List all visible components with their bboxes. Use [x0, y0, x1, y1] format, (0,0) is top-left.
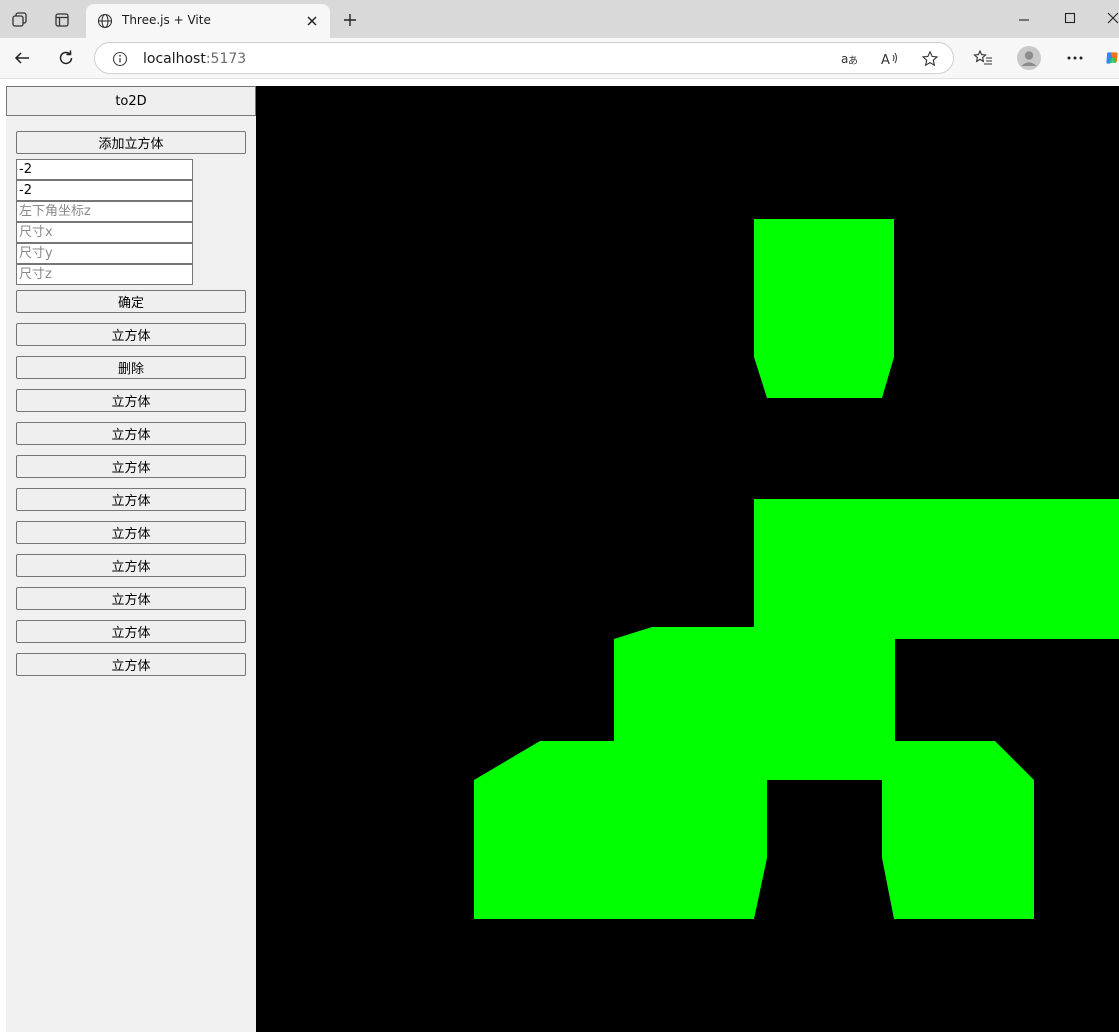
favorite-icon[interactable]	[920, 49, 940, 69]
svg-text:A: A	[881, 53, 890, 67]
cube-item-button[interactable]: 立方体	[16, 323, 246, 346]
to2d-button[interactable]: to2D	[6, 86, 256, 116]
cube-shape-right	[754, 499, 1119, 639]
cube-list-item[interactable]: 立方体	[16, 455, 246, 478]
tab-actions-icon[interactable]	[52, 10, 72, 30]
svg-text:あ: あ	[848, 55, 858, 67]
cube-list-item[interactable]: 立方体	[16, 389, 246, 412]
maximize-icon[interactable]	[1060, 8, 1080, 28]
tab-bar: Three.js + Vite	[0, 0, 1119, 38]
more-icon[interactable]	[1064, 48, 1086, 68]
confirm-button[interactable]: 确定	[16, 290, 246, 313]
delete-button[interactable]: 删除	[16, 356, 246, 379]
add-cube-button[interactable]: 添加立方体	[16, 131, 246, 154]
minimize-icon[interactable]	[1014, 10, 1034, 30]
size-x-input[interactable]: 尺寸x	[16, 222, 193, 243]
globe-icon	[96, 12, 114, 30]
translate-icon[interactable]: aあ	[840, 49, 860, 69]
size-y-input[interactable]: 尺寸y	[16, 243, 193, 264]
toolbar-divider	[0, 78, 1119, 79]
cube-list-item[interactable]: 立方体	[16, 587, 246, 610]
cube-list-item[interactable]: 立方体	[16, 488, 246, 511]
cube-list-item[interactable]: 立方体	[16, 620, 246, 643]
corner-x-input[interactable]: -2	[16, 159, 193, 180]
cube-shape-bottom-right	[882, 741, 1034, 919]
cube-list-item[interactable]: 立方体	[16, 653, 246, 676]
cube-list-item[interactable]: 立方体	[16, 521, 246, 544]
url-text[interactable]: localhost:5173	[143, 51, 246, 67]
corner-y-input[interactable]: -2	[16, 180, 193, 201]
address-bar[interactable]: localhost:5173 aあ A	[94, 42, 954, 74]
favorites-list-icon[interactable]	[972, 48, 994, 68]
threejs-canvas[interactable]	[256, 86, 1119, 1032]
active-tab[interactable]: Three.js + Vite	[86, 4, 330, 38]
back-icon[interactable]	[12, 48, 32, 68]
cube-shape-top	[754, 219, 894, 398]
size-z-input[interactable]: 尺寸z	[16, 264, 193, 285]
corner-z-input[interactable]: 左下角坐标z	[16, 201, 193, 222]
cube-list-item[interactable]: 立方体	[16, 554, 246, 577]
tab-title: Three.js + Vite	[122, 13, 211, 27]
workspaces-icon[interactable]	[10, 10, 30, 30]
new-tab-icon[interactable]	[340, 10, 360, 30]
url-port: :5173	[205, 51, 247, 67]
cube-shape-bottom-left	[474, 741, 767, 919]
scene-render	[474, 219, 1119, 919]
cube-list-item[interactable]: 立方体	[16, 422, 246, 445]
info-icon[interactable]	[111, 50, 129, 68]
browser-toolbar: localhost:5173 aあ A	[0, 38, 1119, 78]
profile-icon[interactable]	[1016, 45, 1042, 71]
url-host: localhost	[143, 51, 206, 67]
copilot-icon[interactable]	[1105, 48, 1119, 68]
refresh-icon[interactable]	[56, 48, 76, 68]
close-icon[interactable]	[304, 13, 320, 29]
close-window-icon[interactable]	[1106, 8, 1119, 28]
read-aloud-icon[interactable]: A	[880, 49, 900, 69]
control-panel: to2D 添加立方体 -2 -2 左下角坐标z 尺寸x 尺寸y 尺寸z 确定 立…	[6, 86, 256, 1032]
